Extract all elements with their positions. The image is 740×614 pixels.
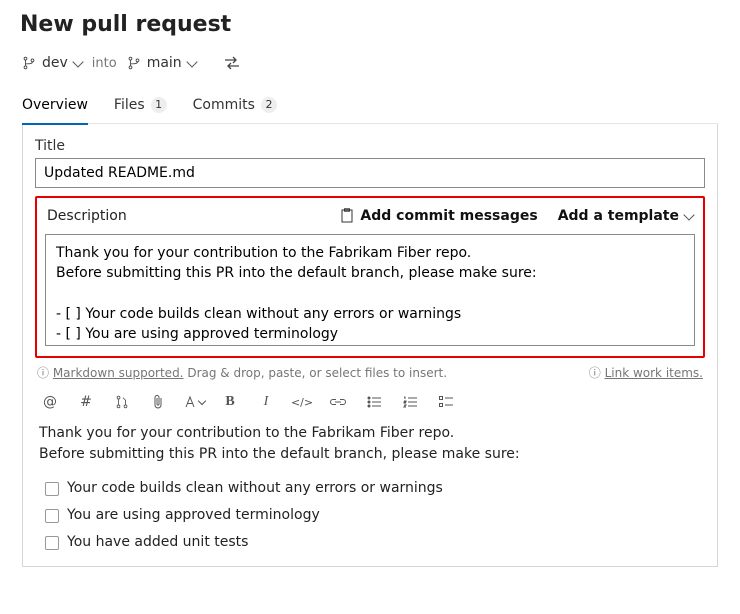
branch-icon (127, 56, 141, 70)
checklist-label: Your code builds clean without any error… (67, 478, 443, 499)
tab-files-badge: 1 (151, 97, 167, 113)
checkbox-icon[interactable] (45, 509, 59, 523)
branch-selector-row: dev into main (22, 55, 718, 71)
to-branch-select[interactable]: main (127, 55, 196, 71)
checkbox-icon[interactable] (45, 482, 59, 496)
italic-button[interactable]: I (255, 391, 277, 413)
checklist-item: Your code builds clean without any error… (39, 475, 701, 502)
from-branch-label: dev (42, 55, 68, 71)
description-textarea[interactable] (45, 234, 695, 346)
add-commit-messages-button[interactable]: Add commit messages (340, 208, 537, 224)
chevron-down-icon (72, 56, 83, 67)
info-icon: ⓘ (37, 366, 53, 380)
description-label: Description (47, 208, 127, 224)
markdown-toolbar: @ # B I </> (35, 389, 705, 423)
chevron-down-icon (197, 396, 205, 404)
from-branch-select[interactable]: dev (22, 55, 82, 71)
tab-commits-label: Commits (193, 97, 255, 113)
drag-hint: Drag & drop, paste, or select files to i… (187, 366, 447, 380)
into-label: into (92, 56, 117, 71)
bullet-list-button[interactable] (363, 391, 385, 413)
page-title: New pull request (20, 12, 720, 37)
chevron-down-icon (186, 56, 197, 67)
add-template-button[interactable]: Add a template (558, 208, 693, 224)
markdown-supported-link[interactable]: Markdown supported. (53, 366, 184, 380)
tab-files-label: Files (114, 97, 145, 113)
tab-commits-badge: 2 (261, 97, 277, 113)
checkbox-icon[interactable] (45, 536, 59, 550)
checklist-item: You are using approved terminology (39, 502, 701, 529)
tab-overview[interactable]: Overview (22, 91, 88, 123)
description-block: Description Add commit messages Add a te… (35, 196, 705, 358)
numbered-list-button[interactable] (399, 391, 421, 413)
title-label: Title (35, 138, 705, 154)
preview-line: Before submitting this PR into the defau… (39, 444, 701, 465)
add-commit-messages-label: Add commit messages (360, 208, 537, 224)
tab-commits[interactable]: Commits 2 (193, 91, 277, 123)
tab-overview-label: Overview (22, 97, 88, 113)
clipboard-icon (340, 208, 354, 224)
checklist-label: You are using approved terminology (67, 505, 320, 526)
text-format-button[interactable] (183, 391, 205, 413)
link-button[interactable] (327, 391, 349, 413)
description-preview: Thank you for your contribution to the F… (39, 423, 701, 556)
to-branch-label: main (147, 55, 182, 71)
info-icon: ⓘ (589, 366, 605, 380)
tab-files[interactable]: Files 1 (114, 91, 167, 123)
branch-icon (22, 56, 36, 70)
title-input[interactable] (35, 158, 705, 188)
tabs: Overview Files 1 Commits 2 (22, 91, 718, 124)
bold-button[interactable]: B (219, 391, 241, 413)
attach-button[interactable] (147, 391, 169, 413)
pr-ref-button[interactable] (111, 391, 133, 413)
chevron-down-icon (683, 209, 694, 220)
swap-branches-button[interactable] (224, 55, 240, 71)
preview-line: Thank you for your contribution to the F… (39, 423, 701, 444)
task-list-button[interactable] (435, 391, 457, 413)
checklist-label: You have added unit tests (67, 532, 248, 553)
code-button[interactable]: </> (291, 391, 313, 413)
form-panel: Title Description Add commit messages Ad… (22, 124, 718, 567)
hash-button[interactable]: # (75, 391, 97, 413)
checklist-item: You have added unit tests (39, 529, 701, 556)
description-hints: ⓘ Markdown supported. Drag & drop, paste… (37, 364, 703, 381)
add-template-label: Add a template (558, 208, 679, 224)
link-work-items-link[interactable]: Link work items. (605, 366, 703, 380)
mention-button[interactable]: @ (39, 391, 61, 413)
